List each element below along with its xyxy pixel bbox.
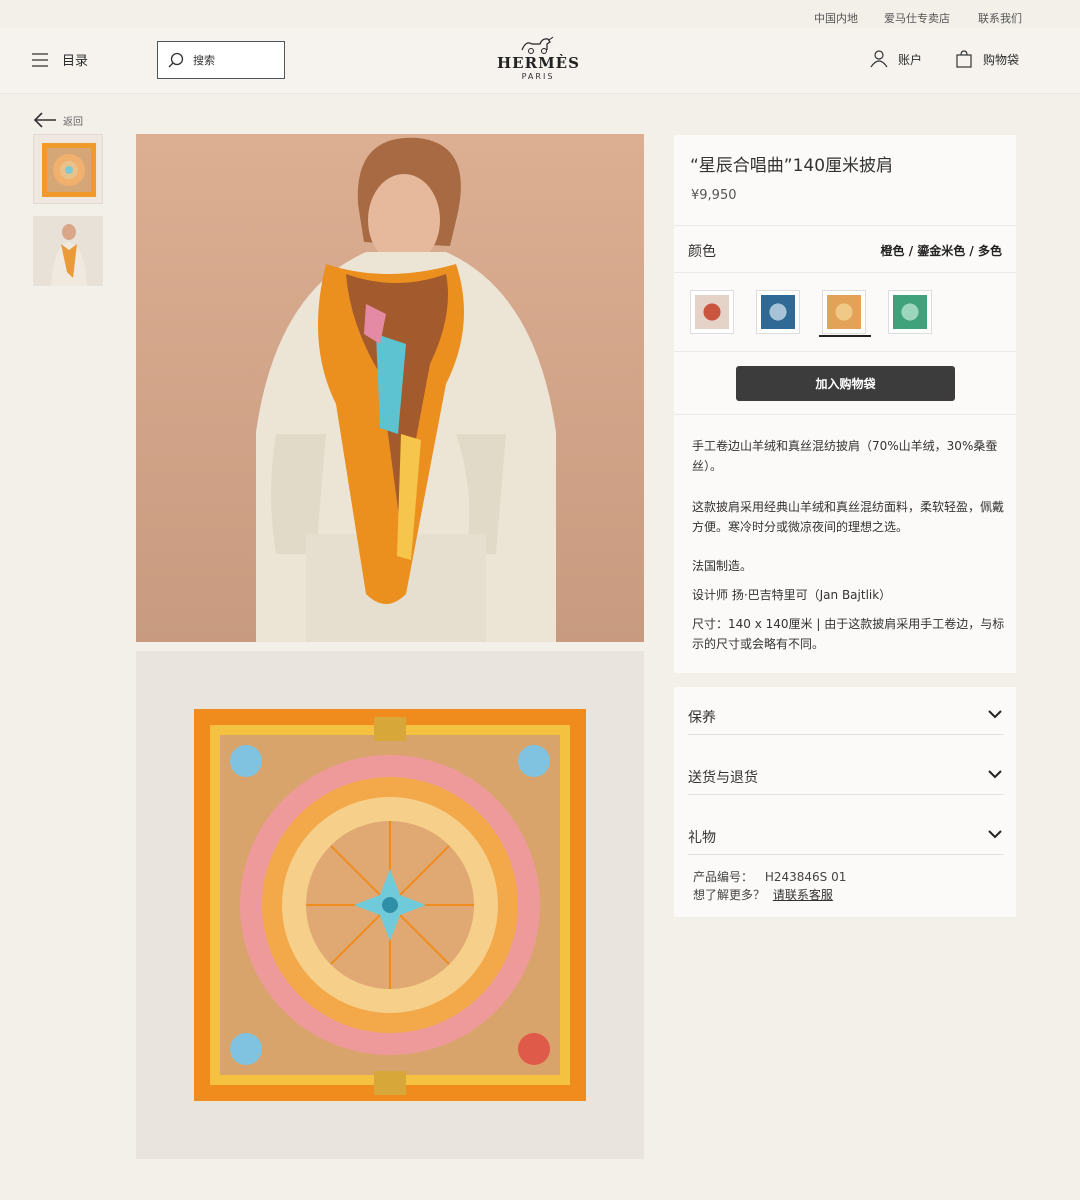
swatch-fill	[893, 295, 927, 329]
model-thumbnail-image	[33, 216, 103, 286]
swatch-fill	[761, 295, 795, 329]
hamburger-icon	[32, 52, 48, 67]
brand-logo[interactable]: HERMÈS PARIS	[497, 36, 579, 81]
brand-name: HERMÈS	[497, 54, 580, 72]
shopping-bag-button[interactable]: 购物袋	[955, 50, 1019, 68]
arrow-left-icon	[33, 112, 56, 128]
divider	[674, 351, 1016, 352]
chevron-down-icon	[988, 710, 1002, 719]
color-swatch-orange-selected[interactable]	[822, 290, 866, 334]
product-price: ¥9,950	[691, 188, 737, 203]
description-size: 尺寸：140 x 140厘米 | 由于这款披肩采用手工卷边，与标示的尺寸或会略有…	[692, 617, 1005, 651]
divider	[674, 414, 1016, 415]
product-info-panel: “星辰合唱曲”140厘米披肩 ¥9,950 颜色 橙色 / 鎏金米色 / 多色 …	[674, 135, 1016, 673]
color-swatch-blue[interactable]	[756, 290, 800, 334]
divider	[674, 225, 1016, 226]
search-box[interactable]	[157, 41, 285, 79]
user-icon	[870, 50, 888, 68]
selected-color-value: 橙色 / 鎏金米色 / 多色	[880, 244, 1002, 258]
chevron-down-icon	[988, 830, 1002, 839]
description-designer: 设计师 扬·巴吉特里可（Jan Bajtlik）	[692, 588, 892, 602]
account-button[interactable]: 账户	[870, 50, 922, 68]
gift-label: 礼物	[688, 830, 716, 846]
account-label: 账户	[898, 52, 923, 67]
search-icon	[168, 52, 184, 68]
scarf-thumbnail-image	[42, 143, 96, 197]
care-accordion[interactable]: 保养	[688, 687, 1004, 735]
region-link[interactable]: 中国内地	[814, 10, 858, 26]
scarf-photo-image	[136, 651, 644, 1159]
product-sku-row: 产品编号： H243846S 01	[693, 868, 846, 885]
customer-service-link[interactable]: 请联系客服	[773, 888, 833, 902]
bag-icon	[956, 50, 972, 68]
model-photo-image	[136, 134, 644, 642]
carriage-logo-icon	[521, 36, 554, 54]
divider	[674, 272, 1016, 273]
help-row: 想了解更多？ 请联系客服	[693, 886, 833, 903]
product-title: “星辰合唱曲”140厘米披肩	[690, 156, 894, 176]
color-swatch-pink[interactable]	[690, 290, 734, 334]
color-label: 颜色	[688, 244, 716, 260]
search-input[interactable]	[193, 53, 273, 67]
swatch-fill	[695, 295, 729, 329]
shipping-label: 送货与退货	[688, 770, 758, 786]
contact-link[interactable]: 联系我们	[978, 10, 1022, 26]
back-button[interactable]: 返回	[33, 112, 83, 128]
menu-label: 目录	[62, 54, 89, 69]
bag-label: 购物袋	[983, 52, 1020, 67]
brand-city: PARIS	[521, 72, 555, 81]
gift-accordion[interactable]: 礼物	[688, 807, 1004, 855]
product-accordion-panel: 保养 送货与退货 礼物 产品编号： H243846S 01 想了解更多？ 请联系…	[674, 687, 1016, 917]
shipping-accordion[interactable]: 送货与退货	[688, 747, 1004, 795]
help-label: 想了解更多？	[693, 888, 766, 902]
sku-value: H243846S 01	[764, 870, 847, 884]
top-utility-bar: 中国内地 爱马仕专卖店 联系我们	[0, 0, 1080, 28]
thumbnail-scarf-flat[interactable]	[33, 134, 103, 204]
selected-swatch-indicator	[819, 335, 871, 337]
product-photo-model[interactable]	[136, 134, 644, 642]
swatch-fill	[827, 295, 861, 329]
back-label: 返回	[63, 116, 83, 128]
add-to-bag-button[interactable]: 加入购物袋	[736, 366, 955, 401]
description-details: 这款披肩采用经典山羊绒和真丝混纺面料，柔软轻盈，佩戴方便。寒冷时分或微凉夜间的理…	[692, 500, 1005, 534]
sku-label: 产品编号：	[693, 870, 754, 884]
description-material: 手工卷边山羊绒和真丝混纺披肩（70%山羊绒，30%桑蚕丝）。	[692, 439, 998, 473]
description-origin: 法国制造。	[692, 559, 753, 573]
product-photo-scarf[interactable]	[136, 651, 644, 1159]
menu-button[interactable]: 目录	[32, 50, 88, 69]
stores-link[interactable]: 爱马仕专卖店	[884, 10, 950, 26]
site-header: 目录 HERMÈS PARIS 账户 购物袋	[0, 28, 1080, 94]
care-label: 保养	[688, 710, 716, 726]
chevron-down-icon	[988, 770, 1002, 779]
thumbnail-model[interactable]	[33, 216, 103, 286]
color-swatch-green[interactable]	[888, 290, 932, 334]
